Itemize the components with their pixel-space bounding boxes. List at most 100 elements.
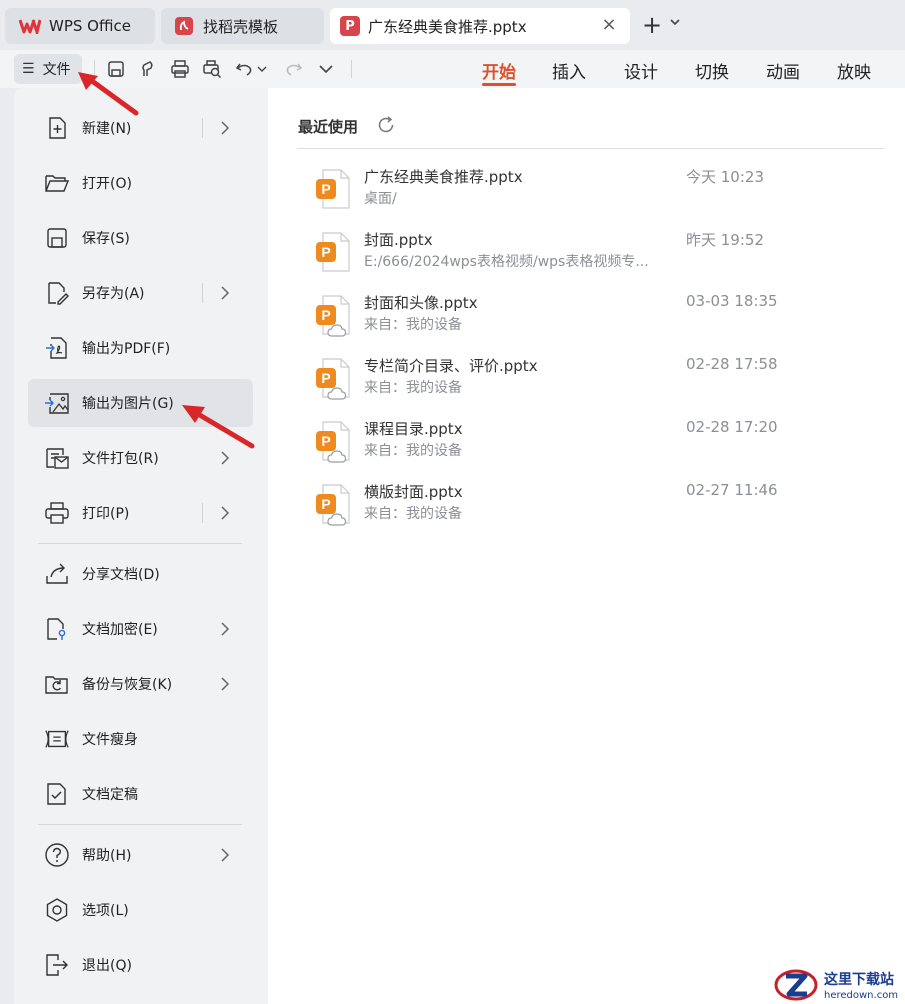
menu-item-encrypt[interactable]: 文档加密(E) (28, 605, 253, 653)
print-icon[interactable] (169, 58, 191, 80)
menu-item-save-as[interactable]: 另存为(A) (28, 269, 253, 317)
refresh-icon[interactable] (376, 115, 396, 135)
menu-item-print[interactable]: 打印(P) (28, 489, 253, 537)
file-menu-button[interactable]: ☰ 文件 (14, 54, 82, 84)
file-menu-label: 文件 (42, 62, 71, 78)
recent-file-row[interactable]: P 专栏简介目录、评价.pptx 来自：我的设备 02-28 17:58 (304, 353, 884, 413)
menu-item-label: 分享文档(D) (82, 567, 160, 583)
menu-item-options[interactable]: 选项(L) (28, 886, 253, 934)
hamburger-icon: ☰ (22, 61, 35, 77)
tab-wps-office[interactable]: WPS Office (5, 8, 155, 44)
redo-icon[interactable] (283, 58, 305, 80)
title-tab-bar: WPS Office 找稻壳模板 P 广东经典美食推荐.pptx × + (0, 0, 905, 50)
recent-file-name[interactable]: 封面.pptx (364, 229, 433, 250)
menu-item-label: 另存为(A) (82, 286, 145, 302)
pptx-cloud-file-icon: P (314, 294, 354, 338)
chevron-right-icon[interactable] (220, 619, 234, 639)
open-folder-icon (44, 170, 70, 196)
menu-item-export-pdf[interactable]: 输出为PDF(F) (28, 324, 253, 372)
recent-file-time: 今天 10:23 (686, 168, 764, 186)
chevron-right-icon[interactable] (220, 845, 234, 865)
format-painter-icon[interactable] (137, 58, 159, 80)
recent-file-location: E:/666/2024wps表格视频/wps表格视频专... (364, 254, 649, 270)
pptx-cloud-file-icon: P (314, 483, 354, 527)
chevron-right-icon[interactable] (220, 503, 234, 523)
menu-item-label: 保存(S) (82, 231, 130, 247)
pptx-cloud-file-icon: P (314, 420, 354, 464)
recent-file-name[interactable]: 横版封面.pptx (364, 481, 463, 502)
docer-logo-icon (175, 17, 193, 35)
toolbar-divider (94, 60, 95, 78)
recent-file-row[interactable]: P 封面和头像.pptx 来自：我的设备 03-03 18:35 (304, 290, 884, 350)
recent-file-location: 桌面/ (364, 191, 397, 207)
encrypt-icon (44, 616, 70, 642)
menu-item-label: 备份与恢复(K) (82, 677, 173, 693)
menu-item-slim[interactable]: 文件瘦身 (28, 715, 253, 763)
save-icon[interactable] (105, 58, 127, 80)
chevron-right-icon[interactable] (220, 283, 234, 303)
ribbon-tab-design[interactable]: 设计 (624, 58, 658, 83)
recent-file-time: 昨天 19:52 (686, 231, 764, 249)
menu-item-new[interactable]: 新建(N) (28, 104, 253, 152)
recent-file-location: 来自：我的设备 (364, 506, 462, 522)
menu-item-label: 选项(L) (82, 903, 129, 919)
more-icon[interactable] (315, 58, 337, 80)
menu-item-label: 打印(P) (82, 506, 130, 522)
undo-icon[interactable] (233, 58, 255, 80)
menu-item-open[interactable]: 打开(O) (28, 159, 253, 207)
pptx-file-icon: P (314, 168, 354, 212)
save-as-icon (44, 280, 70, 306)
ribbon-tab-slideshow[interactable]: 放映 (837, 58, 871, 83)
menu-item-help[interactable]: 帮助(H) (28, 831, 253, 879)
menu-divider (202, 503, 203, 523)
menu-item-label: 打开(O) (82, 176, 132, 192)
recent-file-time: 03-03 18:35 (686, 292, 778, 310)
menu-item-exit[interactable]: 退出(Q) (28, 941, 253, 989)
recent-file-time: 02-28 17:20 (686, 418, 778, 436)
recent-file-name[interactable]: 封面和头像.pptx (364, 292, 478, 313)
menu-divider (202, 283, 203, 303)
tab-label: 找稻壳模板 (203, 17, 279, 36)
chevron-right-icon[interactable] (220, 674, 234, 694)
recent-file-row[interactable]: P 横版封面.pptx 来自：我的设备 02-27 11:46 (304, 479, 884, 539)
svg-text:P: P (321, 307, 330, 323)
print-preview-icon[interactable] (201, 58, 223, 80)
tab-current-document[interactable]: P 广东经典美食推荐.pptx × (330, 8, 630, 44)
svg-text:P: P (321, 370, 330, 386)
help-icon (44, 842, 70, 868)
ribbon-tab-transition[interactable]: 切换 (695, 58, 729, 83)
close-icon[interactable]: × (600, 16, 618, 34)
heredown-logo-icon (772, 967, 818, 1003)
exit-icon (44, 952, 70, 978)
menu-item-label: 帮助(H) (82, 848, 132, 864)
menu-item-finalize[interactable]: 文档定稿 (28, 770, 253, 818)
active-tab-indicator (482, 83, 516, 86)
tab-label: 广东经典美食推荐.pptx (368, 17, 527, 36)
save-icon (44, 225, 70, 251)
menu-item-package[interactable]: 文件打包(R) (28, 434, 253, 482)
recent-file-location: 来自：我的设备 (364, 443, 462, 459)
ribbon-tab-animation[interactable]: 动画 (766, 58, 800, 83)
undo-dropdown-icon[interactable] (256, 58, 268, 80)
recent-file-name[interactable]: 广东经典美食推荐.pptx (364, 166, 523, 187)
menu-item-label: 输出为PDF(F) (82, 341, 171, 357)
recent-file-name[interactable]: 课程目录.pptx (364, 418, 463, 439)
menu-item-export-image[interactable]: 输出为图片(G) (28, 379, 253, 427)
menu-item-share[interactable]: 分享文档(D) (28, 550, 253, 598)
tab-docer-templates[interactable]: 找稻壳模板 (161, 8, 324, 44)
menu-item-label: 新建(N) (82, 121, 132, 137)
menu-item-save[interactable]: 保存(S) (28, 214, 253, 262)
add-tab-icon[interactable]: + (642, 13, 662, 37)
chevron-right-icon[interactable] (220, 448, 234, 468)
ribbon-tab-home[interactable]: 开始 (482, 58, 516, 83)
menu-item-label: 输出为图片(G) (82, 396, 174, 412)
file-backstage-panel: 新建(N) 打开(O) 保存(S) 另存为(A) 输出为PDF(F) 输出为图片… (14, 88, 905, 1004)
recent-file-row[interactable]: P 封面.pptx E:/666/2024wps表格视频/wps表格视频专... 昨天… (304, 227, 884, 287)
chevron-down-icon[interactable] (670, 16, 680, 29)
recent-file-row[interactable]: P 课程目录.pptx 来自：我的设备 02-28 17:20 (304, 416, 884, 476)
recent-file-name[interactable]: 专栏简介目录、评价.pptx (364, 355, 538, 376)
recent-file-row[interactable]: P 广东经典美食推荐.pptx 桌面/今天 10:23 (304, 164, 884, 224)
chevron-right-icon[interactable] (220, 118, 234, 138)
menu-item-backup[interactable]: 备份与恢复(K) (28, 660, 253, 708)
ribbon-tab-insert[interactable]: 插入 (552, 58, 586, 83)
